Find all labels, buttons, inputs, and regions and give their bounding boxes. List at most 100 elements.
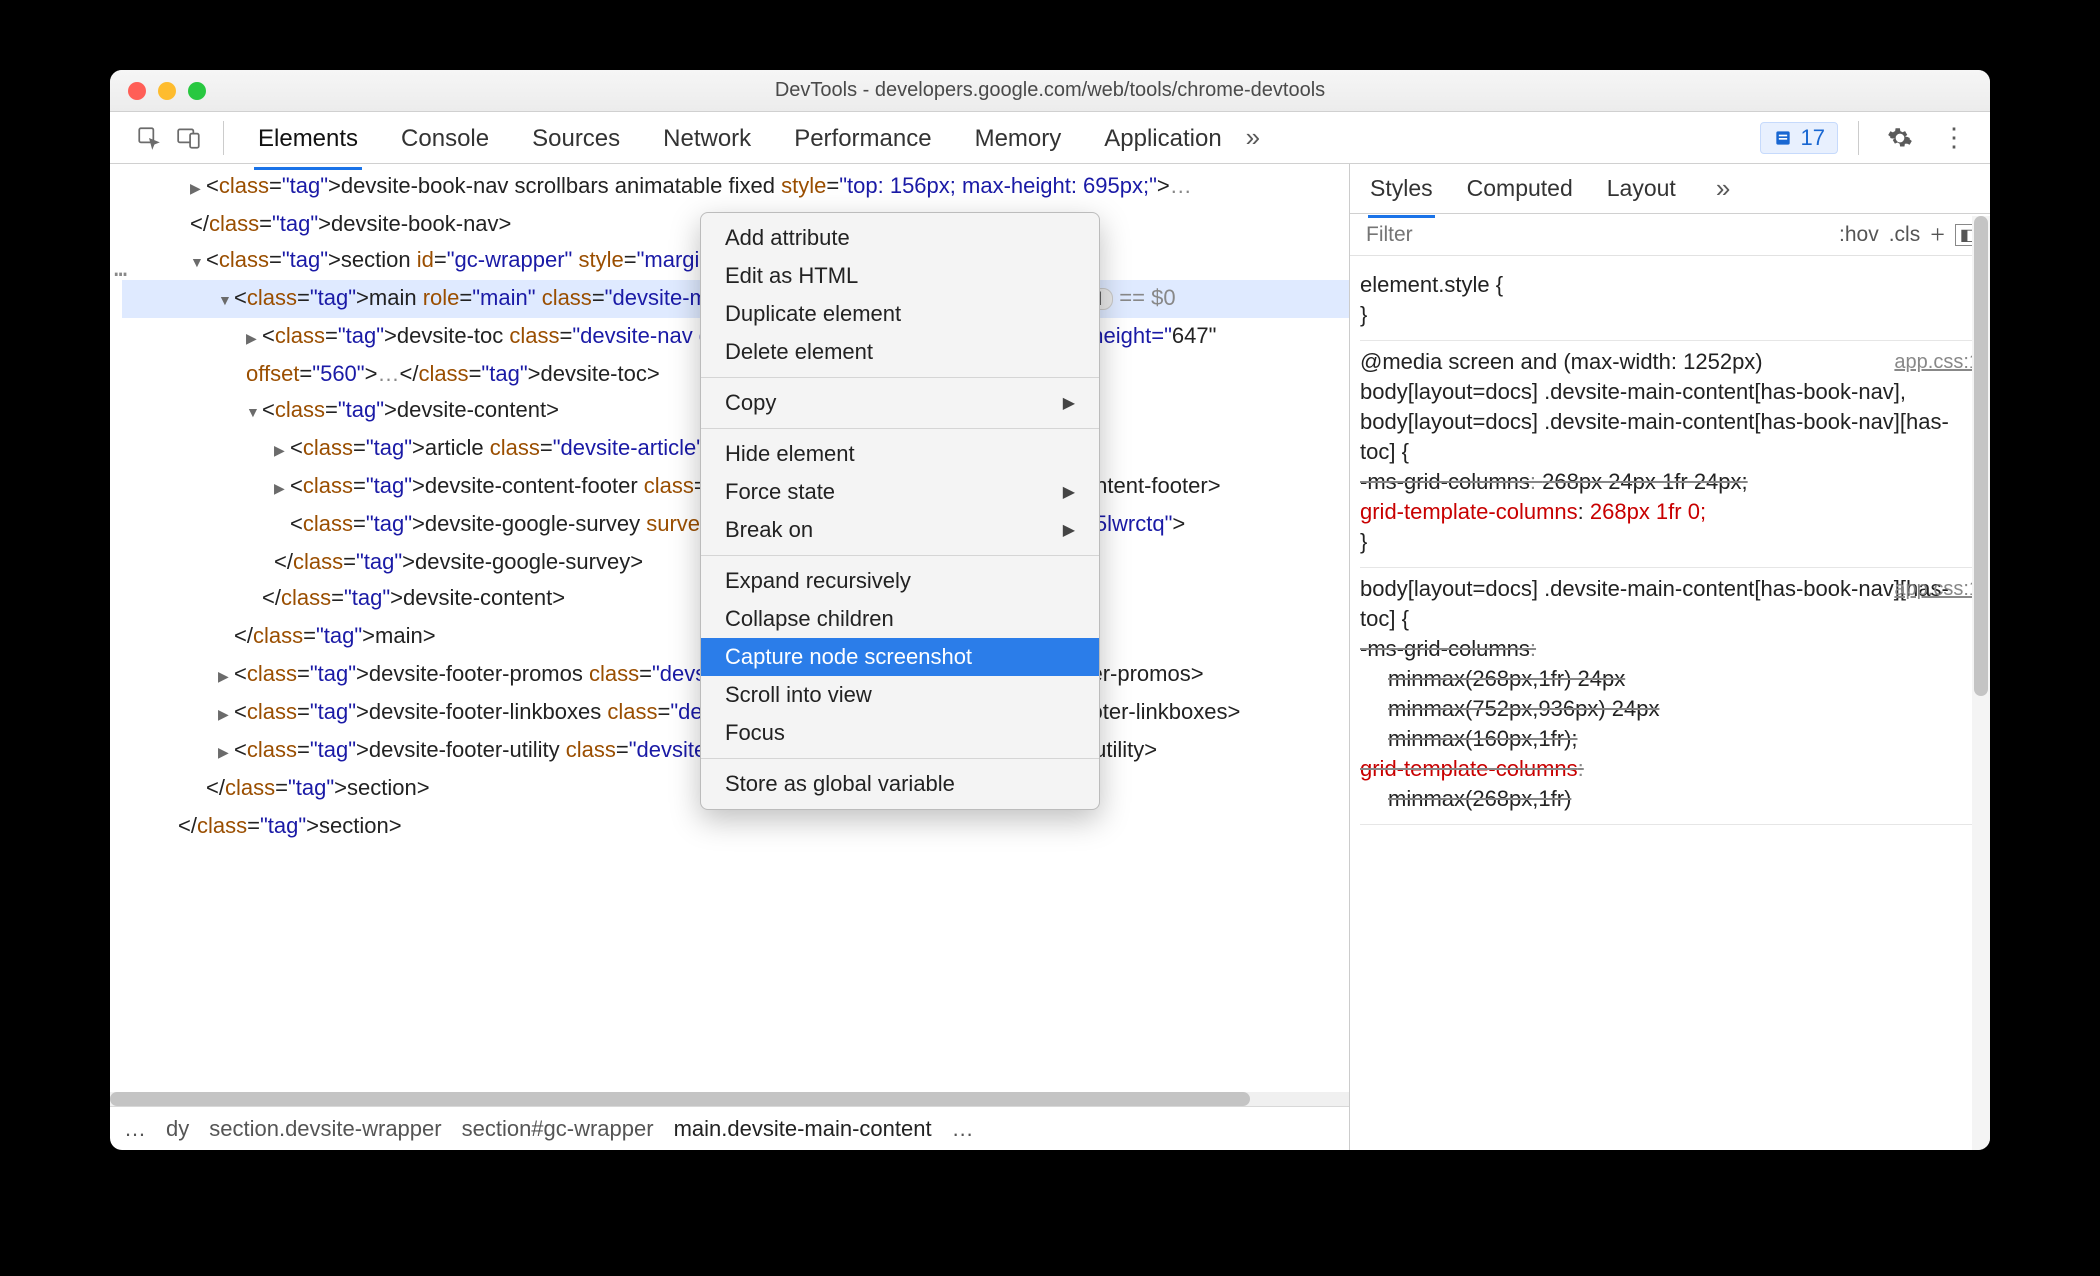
style-declaration[interactable]: minmax(160px,1fr); xyxy=(1360,724,1980,754)
minimize-window-button[interactable] xyxy=(158,82,176,100)
context-menu-item[interactable]: Delete element xyxy=(701,333,1099,371)
pseudo-hov-button[interactable]: :hov xyxy=(1839,223,1879,247)
rule-source-link[interactable]: app.css:1 xyxy=(1894,347,1980,377)
toolbar-separator xyxy=(223,121,224,155)
context-menu-separator xyxy=(701,377,1099,378)
issues-count: 17 xyxy=(1801,125,1825,151)
context-menu-item[interactable]: Scroll into view xyxy=(701,676,1099,714)
close-window-button[interactable] xyxy=(128,82,146,100)
context-menu-item[interactable]: Force state▶ xyxy=(701,473,1099,511)
expand-toggle-icon[interactable]: ▼ xyxy=(190,244,206,280)
inspect-element-icon[interactable] xyxy=(135,124,163,152)
panel-tab-application[interactable]: Application xyxy=(1100,115,1225,161)
context-menu-item[interactable]: Collapse children xyxy=(701,600,1099,638)
rule-close-brace: } xyxy=(1360,527,1980,557)
breadcrumb-item[interactable]: section.devsite-wrapper xyxy=(209,1116,441,1142)
style-declaration[interactable]: minmax(268px,1fr) xyxy=(1360,784,1980,814)
expand-toggle-icon[interactable]: ▶ xyxy=(246,320,262,356)
selected-node-indicator: == $0 xyxy=(1119,285,1175,310)
panel-tab-network[interactable]: Network xyxy=(659,115,755,161)
submenu-arrow-icon: ▶ xyxy=(1063,520,1075,540)
zoom-window-button[interactable] xyxy=(188,82,206,100)
issues-icon xyxy=(1773,128,1793,148)
styles-more-tabs-icon[interactable]: » xyxy=(1708,169,1738,208)
breadcrumb-item[interactable]: main.devsite-main-content xyxy=(674,1116,932,1142)
media-query: @media screen and (max-width: 1252px) xyxy=(1360,347,1980,377)
issues-badge[interactable]: 17 xyxy=(1760,122,1838,154)
devtools-window: DevTools - developers.google.com/web/too… xyxy=(110,70,1990,1150)
traffic-lights xyxy=(110,82,206,100)
style-declaration[interactable]: grid-template-columns: xyxy=(1360,754,1980,784)
context-menu: Add attributeEdit as HTMLDuplicate eleme… xyxy=(700,212,1100,810)
expand-toggle-icon[interactable]: ▶ xyxy=(218,696,234,732)
styles-toolbar: :hov .cls + ◧ xyxy=(1350,214,1990,256)
context-menu-separator xyxy=(701,428,1099,429)
panel-tab-sources[interactable]: Sources xyxy=(528,115,624,161)
style-rule[interactable]: app.css:1@media screen and (max-width: 1… xyxy=(1360,341,1980,568)
panel-tab-memory[interactable]: Memory xyxy=(971,115,1066,161)
submenu-arrow-icon: ▶ xyxy=(1063,393,1075,413)
crumbs-more-left[interactable]: … xyxy=(124,1116,146,1142)
panels-body: ▶<class="tag">devsite-book-nav scrollbar… xyxy=(110,164,1990,1150)
style-declaration[interactable]: -ms-grid-columns: 268px 24px 1fr 24px; xyxy=(1360,467,1980,497)
style-declaration[interactable]: -ms-grid-columns: xyxy=(1360,634,1980,664)
styles-vertical-scrollbar[interactable] xyxy=(1972,216,1990,1150)
context-menu-item[interactable]: Copy▶ xyxy=(701,384,1099,422)
expand-toggle-icon[interactable]: ▶ xyxy=(274,432,290,468)
dom-horizontal-scrollbar[interactable] xyxy=(110,1092,1349,1106)
cls-toggle-button[interactable]: .cls xyxy=(1889,223,1921,247)
style-rule[interactable]: app.css:1body[layout=docs] .devsite-main… xyxy=(1360,568,1980,825)
expand-toggle-icon[interactable]: ▶ xyxy=(190,170,206,206)
style-declaration[interactable]: minmax(752px,936px) 24px xyxy=(1360,694,1980,724)
styles-tab-styles[interactable]: Styles xyxy=(1368,167,1435,210)
breadcrumb-item[interactable]: section#gc-wrapper xyxy=(462,1116,654,1142)
style-rule[interactable]: element.style {} xyxy=(1360,264,1980,341)
expand-toggle-icon[interactable]: ▼ xyxy=(246,394,262,430)
styles-sidebar-tabs: Styles Computed Layout » xyxy=(1350,164,1990,214)
rule-selector: body[layout=docs] .devsite-main-content[… xyxy=(1360,377,1980,467)
style-declaration[interactable]: grid-template-columns: 268px 1fr 0; xyxy=(1360,497,1980,527)
rule-selector: body[layout=docs] .devsite-main-content[… xyxy=(1360,574,1980,634)
panel-tabs: Elements Console Sources Network Performance… xyxy=(244,115,1226,161)
panel-tab-elements[interactable]: Elements xyxy=(254,115,362,161)
expand-toggle-icon[interactable]: ▶ xyxy=(218,734,234,770)
style-declaration[interactable]: minmax(268px,1fr) 24px xyxy=(1360,664,1980,694)
gutter-ellipsis: … xyxy=(114,252,127,288)
breadcrumb: … dy section.devsite-wrapper section#gc-wra… xyxy=(110,1106,1349,1150)
rule-selector: element.style { xyxy=(1360,270,1980,300)
context-menu-separator xyxy=(701,758,1099,759)
context-menu-separator xyxy=(701,555,1099,556)
context-menu-item[interactable]: Capture node screenshot xyxy=(701,638,1099,676)
device-toggle-icon[interactable] xyxy=(175,124,203,152)
context-menu-item[interactable]: Focus xyxy=(701,714,1099,752)
panel-tab-performance[interactable]: Performance xyxy=(790,115,935,161)
styles-tab-layout[interactable]: Layout xyxy=(1605,167,1678,210)
settings-gear-icon[interactable] xyxy=(1879,121,1921,155)
more-tabs-icon[interactable]: » xyxy=(1238,118,1268,157)
expand-toggle-icon[interactable]: ▼ xyxy=(218,282,234,318)
context-menu-item[interactable]: Store as global variable xyxy=(701,765,1099,803)
panel-tab-console[interactable]: Console xyxy=(397,115,493,161)
expand-toggle-icon[interactable]: ▶ xyxy=(218,658,234,694)
titlebar: DevTools - developers.google.com/web/too… xyxy=(110,70,1990,112)
breadcrumb-item[interactable]: dy xyxy=(166,1116,189,1142)
context-menu-item[interactable]: Duplicate element xyxy=(701,295,1099,333)
new-style-rule-button[interactable]: + xyxy=(1930,220,1945,250)
styles-filter-input[interactable] xyxy=(1360,219,1829,251)
more-options-icon[interactable]: ⋮ xyxy=(1933,118,1975,157)
crumbs-more-right[interactable]: … xyxy=(952,1116,974,1142)
styles-rules[interactable]: element.style {}app.css:1@media screen a… xyxy=(1350,256,1990,1150)
context-menu-item[interactable]: Add attribute xyxy=(701,219,1099,257)
window-title: DevTools - developers.google.com/web/too… xyxy=(110,79,1990,102)
styles-panel: Styles Computed Layout » :hov .cls + ◧ elem… xyxy=(1350,164,1990,1150)
styles-tab-computed[interactable]: Computed xyxy=(1465,167,1575,210)
context-menu-item[interactable]: Break on▶ xyxy=(701,511,1099,549)
context-menu-item[interactable]: Expand recursively xyxy=(701,562,1099,600)
context-menu-item[interactable]: Edit as HTML xyxy=(701,257,1099,295)
rule-source-link[interactable]: app.css:1 xyxy=(1894,574,1980,604)
expand-toggle-icon[interactable]: ▶ xyxy=(274,470,290,506)
context-menu-item[interactable]: Hide element xyxy=(701,435,1099,473)
dom-node[interactable]: </class="tag">section> xyxy=(122,808,1349,846)
submenu-arrow-icon: ▶ xyxy=(1063,482,1075,502)
rule-close-brace: } xyxy=(1360,300,1980,330)
